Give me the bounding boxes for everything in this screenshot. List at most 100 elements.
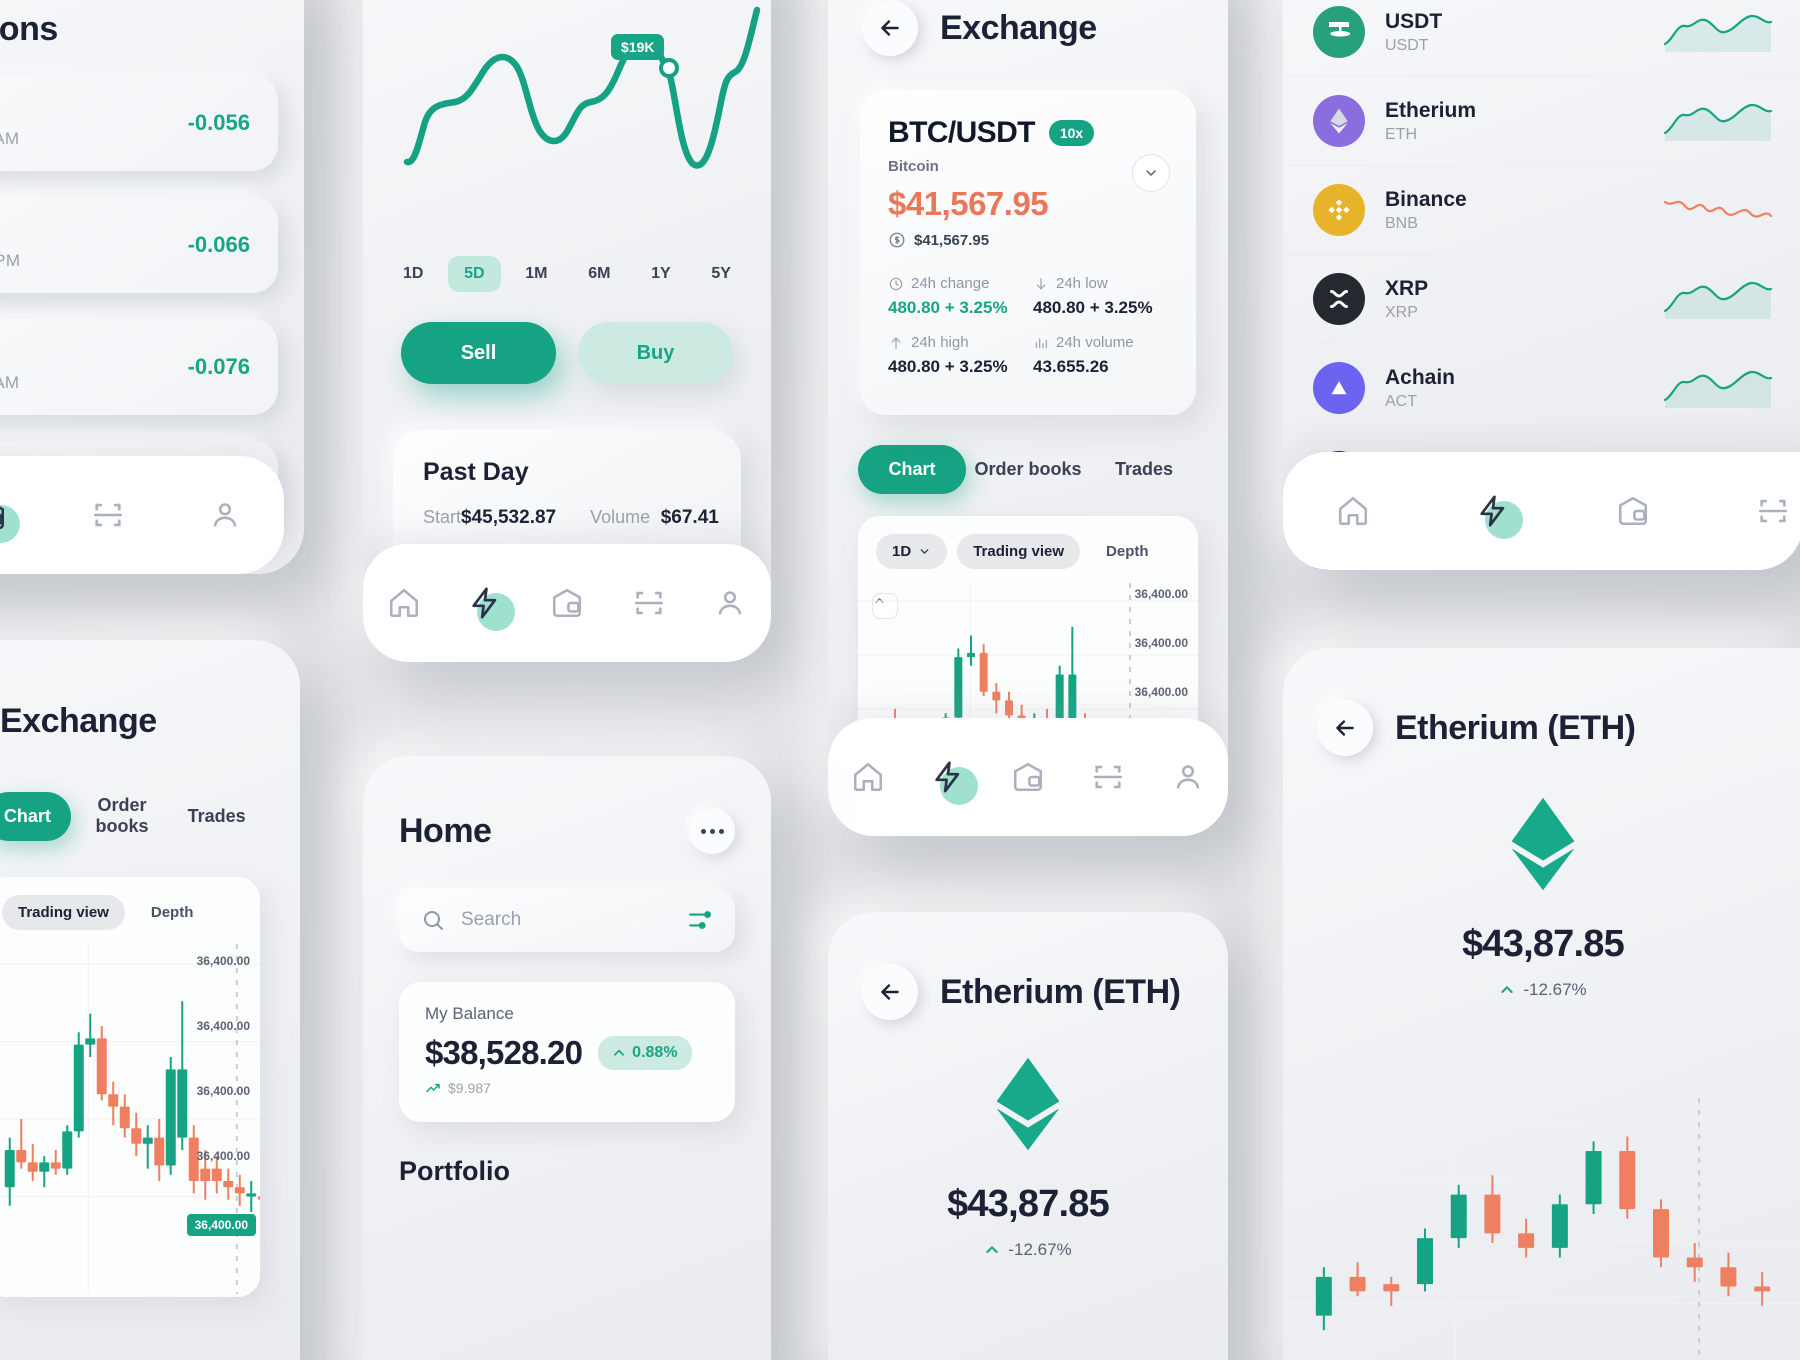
exchange-tabs[interactable]: Chart Order books Trades — [0, 741, 300, 851]
coin-name: XRP — [1385, 276, 1429, 300]
sell-button[interactable]: Sell — [401, 322, 556, 384]
trend-up-icon — [426, 1083, 440, 1093]
stat-label-text: 24h high — [911, 334, 969, 351]
depth-tab[interactable]: Depth — [135, 895, 210, 930]
back-button[interactable] — [862, 0, 918, 56]
range-selector[interactable]: 1D 5D 1M 6M 1Y 5Y — [363, 222, 771, 292]
tab-trades[interactable]: Trades — [173, 792, 260, 841]
achain-icon — [1313, 362, 1365, 414]
eth-change-row: -12.67% — [1283, 980, 1800, 1000]
coin-symbol: USDT — [1385, 36, 1429, 54]
range-option-6m[interactable]: 6M — [572, 256, 626, 292]
price-axis-label: 36,400.00 — [196, 1084, 250, 1098]
transaction-date: 21 .11 .2021 - 2:15 PM — [0, 250, 21, 270]
balance-label: My Balance — [425, 1004, 514, 1023]
coin-list-panel: USDT USDT Etherium ETH Binance BNB XRP XRP Achai… — [1283, 0, 1800, 570]
trade-panel: $19K 1D 5D 1M 6M 1Y 5Y Sell Buy Past Day Star… — [363, 0, 771, 662]
coin-info: USDT USDT — [1385, 10, 1442, 55]
table-row[interactable]: Netia Horaan 21 .11 .2021 - 2:15 PM -0.066 — [0, 197, 278, 293]
filter-icon[interactable] — [687, 907, 713, 933]
range-option-1d[interactable]: 1D — [387, 256, 439, 292]
caret-up-icon — [614, 1049, 625, 1056]
nav-wallet-icon[interactable] — [547, 583, 587, 623]
eth-logo-icon — [996, 1057, 1060, 1151]
back-button[interactable] — [862, 964, 918, 1020]
list-item[interactable]: Achain ACT — [1283, 344, 1800, 433]
bottom-navigation[interactable] — [828, 718, 1228, 836]
nav-scan-icon[interactable] — [1753, 491, 1793, 531]
nav-profile-icon[interactable] — [205, 495, 245, 535]
nav-scan-icon[interactable] — [1088, 757, 1128, 797]
table-row[interactable]: Segam Holland 19 .11 .2021 - 4:35 AM -0.07… — [0, 319, 278, 415]
chart-toolbar: Trading view Depth — [0, 877, 260, 944]
range-option-5d[interactable]: 5D — [448, 256, 501, 292]
tab-chart[interactable]: Chart — [858, 445, 966, 494]
nav-home-icon[interactable] — [848, 757, 888, 797]
exchange-tabs[interactable]: Chart Order books Trades — [828, 415, 1228, 494]
price-axis-label: 36,400.00 — [196, 1019, 250, 1033]
eth-header: Etherium (ETH) — [828, 912, 1228, 1020]
nav-home-icon[interactable] — [384, 583, 424, 623]
more-options-button[interactable] — [689, 808, 735, 854]
expand-button[interactable] — [1132, 154, 1170, 192]
chart-tooltip: $19K — [611, 34, 665, 60]
interval-label: 1D — [892, 543, 912, 560]
nav-profile-icon[interactable] — [1168, 757, 1208, 797]
eth-body: $43,87.85 -12.67% — [828, 1020, 1228, 1260]
list-item[interactable]: USDT USDT — [1283, 0, 1800, 77]
current-price: $41,567.95 — [888, 185, 1049, 222]
balance-card: My Balance $38,528.20 0.88% $9.987 — [399, 982, 735, 1122]
stat-label-text: 24h volume — [1056, 334, 1134, 351]
range-option-1m[interactable]: 1M — [509, 256, 563, 292]
table-row[interactable]: Avicii Ronaldo 26 .11 .2021 - 5:15 AM -0.0… — [0, 75, 278, 171]
nav-wallet-icon[interactable] — [0, 495, 21, 543]
stat-label: 24h low — [1033, 275, 1168, 292]
coin-name: Binance — [1385, 187, 1467, 211]
nav-home-icon[interactable] — [1333, 491, 1373, 531]
nav-scan-icon[interactable] — [88, 495, 128, 535]
nav-flash-icon[interactable] — [465, 583, 516, 631]
bottom-navigation[interactable] — [363, 544, 771, 662]
interval-selector[interactable]: 1D — [876, 534, 948, 569]
dollar-circle-icon — [889, 232, 905, 248]
price-axis-label: 36,400.00 — [1134, 636, 1188, 650]
nav-flash-icon[interactable] — [1473, 491, 1523, 539]
past-day-label: Volume — [590, 507, 651, 527]
arrow-left-icon — [881, 984, 899, 1000]
tab-order-books[interactable]: Order books — [79, 781, 166, 851]
nav-scan-icon[interactable] — [629, 583, 669, 623]
balance-amount: $38,528.20 — [425, 1034, 583, 1071]
list-item[interactable]: XRP XRP — [1283, 255, 1800, 344]
tab-order-books[interactable]: Order books — [974, 445, 1082, 494]
list-item[interactable]: Binance BNB — [1283, 166, 1800, 255]
list-item[interactable]: Etherium ETH — [1283, 77, 1800, 166]
nav-flash-icon[interactable] — [928, 757, 978, 805]
nav-profile-icon[interactable] — [710, 583, 750, 623]
depth-tab[interactable]: Depth — [1090, 534, 1165, 569]
trading-view-tab[interactable]: Trading view — [2, 895, 125, 930]
bottom-navigation[interactable] — [1283, 452, 1800, 570]
stat-label: 24h change — [888, 275, 1023, 292]
buy-button[interactable]: Buy — [578, 322, 733, 384]
tab-trades[interactable]: Trades — [1090, 445, 1198, 494]
sub-price: $41,567.95 — [914, 231, 990, 249]
nav-wallet-icon[interactable] — [1613, 491, 1653, 531]
exchange-panel-secondary: Exchange Chart Order books Trades Trading … — [0, 640, 300, 1360]
coin-name: Etherium — [1385, 98, 1477, 122]
home-panel: Home Search My Balance $38,528.20 0.88% … — [363, 756, 771, 1360]
search-input[interactable]: Search — [399, 888, 735, 952]
bottom-navigation[interactable] — [0, 456, 284, 574]
nav-wallet-icon[interactable] — [1008, 757, 1048, 797]
range-option-1y[interactable]: 1Y — [635, 256, 687, 292]
transactions-panel: Transactions Avicii Ronaldo 26 .11 .2021 … — [0, 0, 304, 574]
pair-row: BTC/USDT 10x — [888, 116, 1168, 150]
dot — [700, 828, 706, 834]
tab-chart[interactable]: Chart — [0, 791, 71, 841]
range-option-5y[interactable]: 5Y — [695, 256, 747, 292]
balance-sub: $9.987 — [448, 1080, 491, 1096]
price-axis-label: 36,400.00 — [196, 954, 250, 968]
transaction-amount: -0.056 — [187, 110, 250, 135]
transaction-name: Segam Holland — [0, 342, 19, 366]
trading-view-tab[interactable]: Trading view — [957, 534, 1081, 569]
back-button[interactable] — [1317, 700, 1373, 756]
